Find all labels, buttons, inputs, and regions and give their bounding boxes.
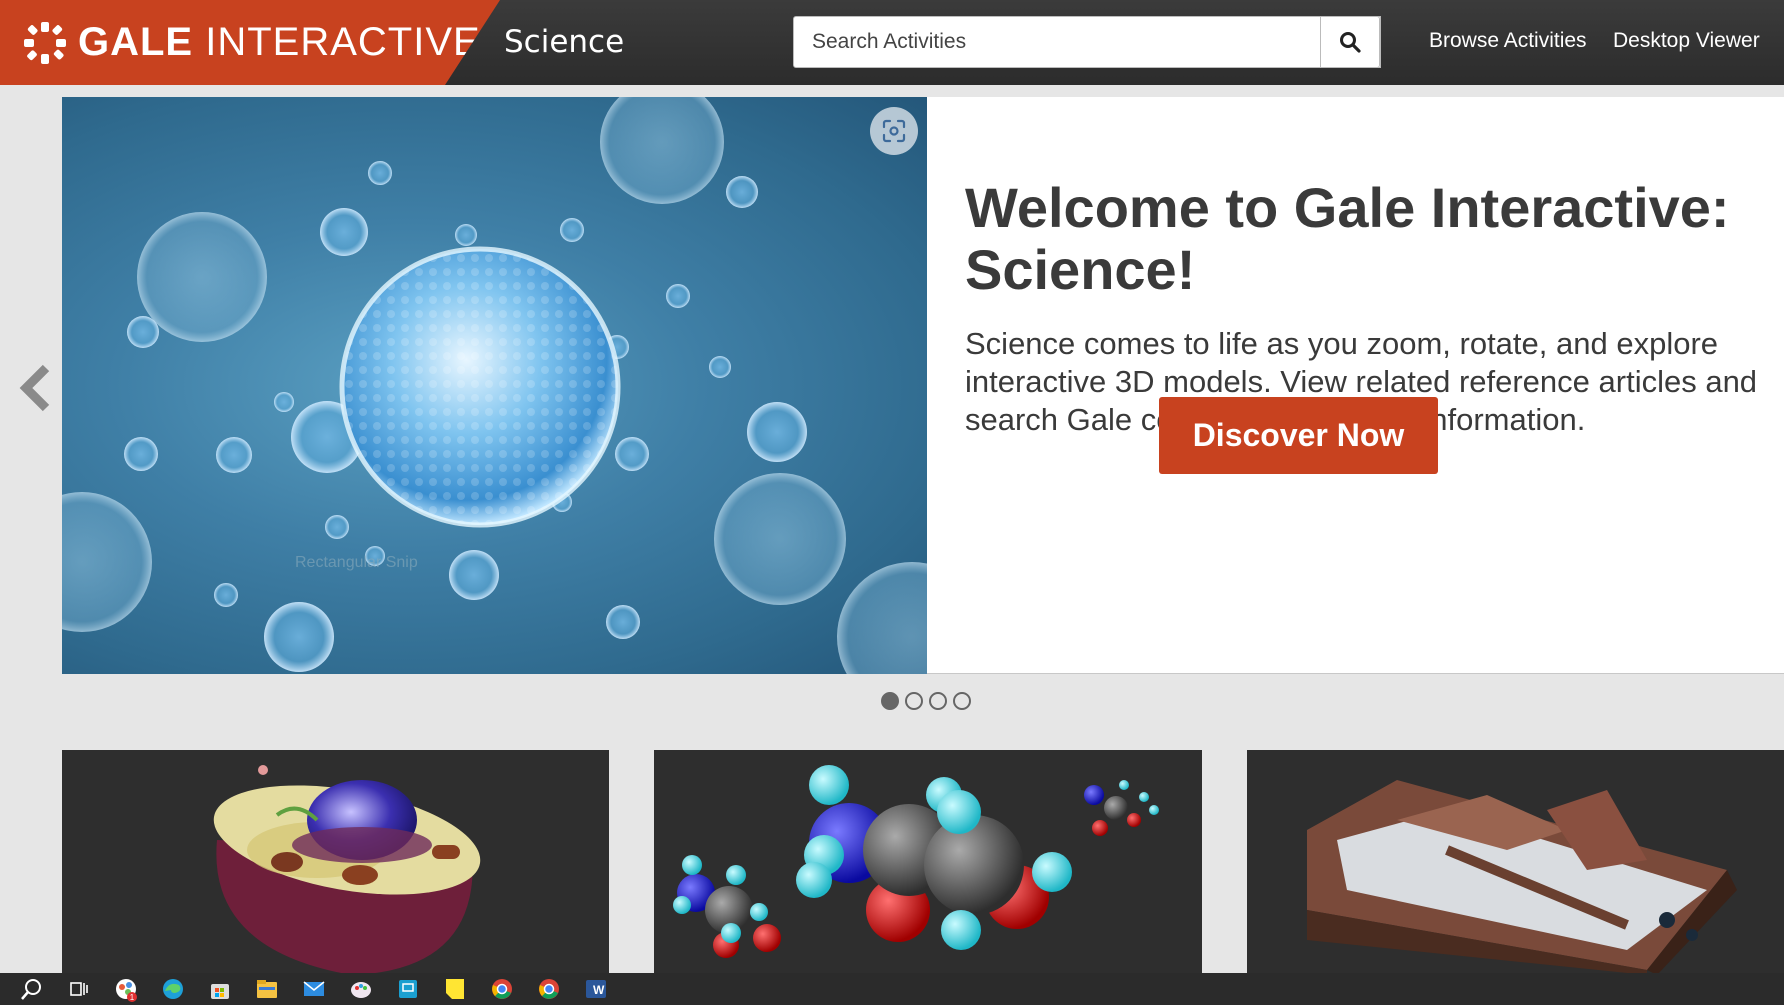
activity-card-molecule[interactable] [654, 750, 1202, 975]
brand-logo-area[interactable]: GALE INTERACTIVE [0, 0, 500, 85]
chrome-icon[interactable] [488, 975, 516, 1003]
remote-desktop-icon[interactable] [394, 975, 422, 1003]
hero-title: Welcome to Gale Interactive: Science! [965, 176, 1730, 301]
top-header: GALE INTERACTIVE Science Browse Activiti… [0, 0, 1784, 85]
task-view-icon[interactable] [65, 975, 93, 1003]
mail-icon[interactable] [300, 975, 328, 1003]
carousel-indicators [881, 692, 971, 710]
paint-icon[interactable] [347, 975, 375, 1003]
word-icon[interactable]: W [582, 975, 610, 1003]
molecule-model-icon [673, 765, 1159, 958]
chrome-profile-icon[interactable] [535, 975, 563, 1003]
glacier-terrain-model-icon [1307, 780, 1737, 975]
fullscreen-button[interactable] [870, 107, 918, 155]
gale-logo-icon [22, 20, 68, 66]
carousel-dot-2[interactable] [905, 692, 923, 710]
section-title: Science [504, 24, 625, 60]
hero-slide: Rectangular Snip Welcome to Gale Interac… [62, 97, 1784, 674]
search-icon [1340, 32, 1361, 53]
search-box [793, 16, 1381, 68]
discover-now-button[interactable]: Discover Now [1159, 397, 1438, 474]
teams-icon[interactable]: 1 [112, 975, 140, 1003]
snip-watermark: Rectangular Snip [295, 554, 418, 571]
activity-card-glacier[interactable] [1247, 750, 1784, 975]
focus-capture-icon [882, 119, 906, 143]
desktop-viewer-link[interactable]: Desktop Viewer [1613, 29, 1760, 53]
notification-badge: 1 [130, 993, 135, 1002]
carousel-dot-3[interactable] [929, 692, 947, 710]
brand-name: GALE INTERACTIVE [78, 20, 481, 64]
activity-card-animal-cell[interactable] [62, 750, 609, 975]
carousel-prev-button[interactable] [18, 362, 52, 414]
sticky-notes-icon[interactable] [441, 975, 469, 1003]
windows-taskbar: 1 W [0, 973, 1784, 1005]
carousel-dot-4[interactable] [953, 692, 971, 710]
file-explorer-icon[interactable] [253, 975, 281, 1003]
store-icon[interactable] [206, 975, 234, 1003]
search-input[interactable] [794, 17, 1380, 67]
carousel-dot-1[interactable] [881, 692, 899, 710]
animal-cell-model-icon [213, 765, 481, 975]
svg-text:W: W [593, 983, 605, 997]
search-icon[interactable] [18, 975, 46, 1003]
search-button[interactable] [1320, 16, 1380, 68]
browse-activities-link[interactable]: Browse Activities [1429, 29, 1587, 53]
chevron-left-icon [19, 364, 50, 412]
cell-illustration: Rectangular Snip [62, 97, 927, 674]
edge-icon[interactable] [159, 975, 187, 1003]
